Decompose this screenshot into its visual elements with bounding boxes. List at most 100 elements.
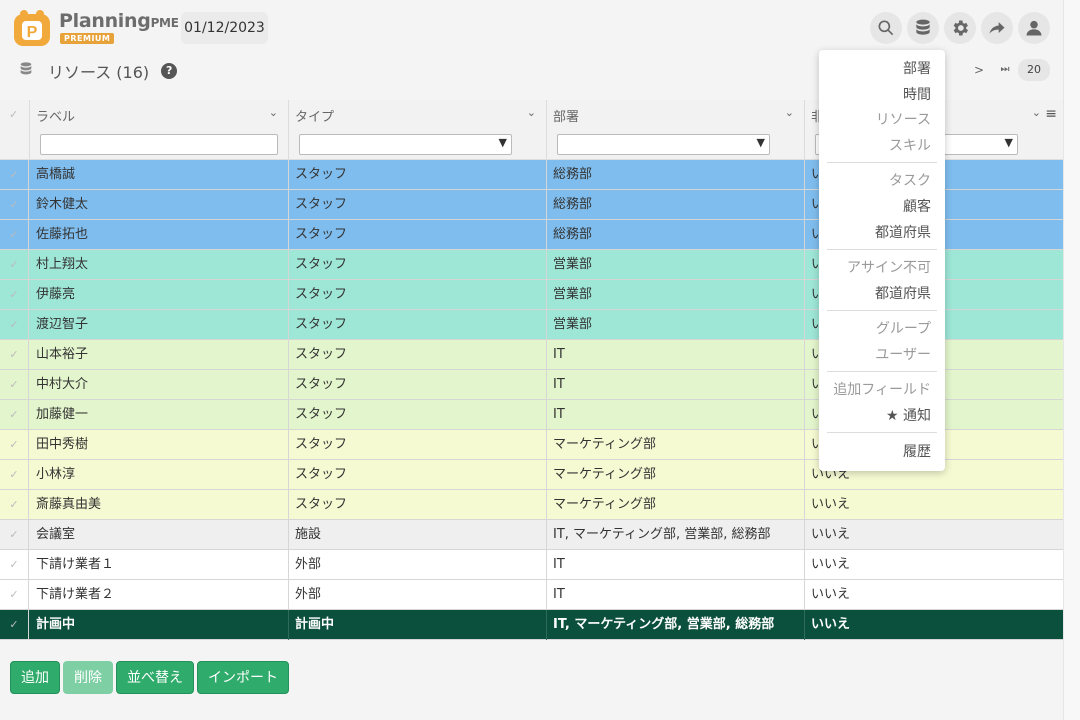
database-icon <box>18 61 34 81</box>
table-row[interactable]: ✓ 計画中 計画中 IT, マーケティング部, 営業部, 総務部 いいえ <box>0 610 1063 640</box>
cell-dept: IT <box>547 400 805 430</box>
menu-item[interactable]: 時間 <box>903 84 931 104</box>
row-checkbox[interactable]: ✓ <box>0 190 29 220</box>
sort-button[interactable]: 並べ替え <box>116 661 194 694</box>
row-checkbox[interactable]: ✓ <box>0 520 29 550</box>
menu-item[interactable]: ユーザー <box>875 344 931 364</box>
add-button[interactable]: 追加 <box>10 661 60 694</box>
menu-item-label: 都道府県 <box>875 225 931 241</box>
row-checkbox[interactable]: ✓ <box>0 490 29 520</box>
cell-label: 佐藤拓也 <box>30 220 289 250</box>
row-checkbox[interactable]: ✓ <box>0 580 29 610</box>
row-checkbox[interactable]: ✓ <box>0 220 29 250</box>
column-type-title: タイプ <box>295 110 335 125</box>
menu-item[interactable]: 都道府県 <box>875 283 931 303</box>
search-icon <box>878 20 894 36</box>
row-checkbox[interactable]: ✓ <box>0 280 29 310</box>
row-checkbox[interactable]: ✓ <box>0 430 29 460</box>
row-checkbox[interactable]: ✓ <box>0 250 29 280</box>
date-selector[interactable]: 01/12/2023 <box>181 12 268 44</box>
menu-item[interactable]: グループ <box>876 318 931 338</box>
chevron-down-icon[interactable]: ⌄ <box>269 106 278 119</box>
menu-item-label: 追加フィールド <box>833 382 931 398</box>
menu-divider <box>827 249 937 250</box>
menu-item[interactable]: 都道府県 <box>875 222 931 242</box>
menu-item-label: グループ <box>875 321 931 337</box>
menu-item[interactable]: タスク <box>889 170 931 190</box>
cell-type: スタッフ <box>289 400 547 430</box>
settings-button[interactable] <box>944 12 976 44</box>
cell-label: 鈴木健太 <box>30 190 289 220</box>
delete-button[interactable]: 削除 <box>63 661 113 694</box>
pagination: > ⏭ 20 <box>966 58 1050 82</box>
cell-label: 斎藤真由美 <box>30 490 289 520</box>
share-button[interactable] <box>981 12 1013 44</box>
search-button[interactable] <box>870 12 902 44</box>
menu-item[interactable]: リソース <box>876 109 931 129</box>
cell-type: スタッフ <box>289 220 547 250</box>
vertical-scrollbar[interactable] <box>1063 0 1080 720</box>
table-row[interactable]: ✓ 下請け業者１ 外部 IT いいえ <box>0 550 1063 580</box>
cell-label: 村上翔太 <box>30 250 289 280</box>
row-checkbox[interactable]: ✓ <box>0 310 29 340</box>
column-type[interactable]: タイプ ⌄ ▼ <box>289 100 547 160</box>
last-page-button[interactable]: ⏭ <box>992 58 1018 82</box>
menu-item[interactable]: アサイン不可 <box>847 257 931 277</box>
menu-item[interactable]: 部署 <box>903 58 931 78</box>
type-filter-select[interactable]: ▼ <box>299 134 512 155</box>
row-checkbox[interactable]: ✓ <box>0 160 29 190</box>
planningpme-logo[interactable]: P <box>12 8 52 48</box>
cell-dept: マーケティング部 <box>547 430 805 460</box>
cell-label: 加藤健一 <box>30 400 289 430</box>
help-icon[interactable]: ? <box>161 63 178 79</box>
column-menu-icon[interactable]: ≡ <box>1045 106 1057 122</box>
row-checkbox[interactable]: ✓ <box>0 400 29 430</box>
menu-item[interactable]: 履歴 <box>903 441 931 461</box>
cell-type: スタッフ <box>289 430 547 460</box>
cell-type: 計画中 <box>289 610 547 640</box>
table-row[interactable]: ✓ 下請け業者２ 外部 IT いいえ <box>0 580 1063 610</box>
column-dept[interactable]: 部署 ⌄ ▼ <box>547 100 805 160</box>
row-checkbox[interactable]: ✓ <box>0 340 29 370</box>
dept-filter-select[interactable]: ▼ <box>557 134 770 155</box>
cell-label: 会議室 <box>30 520 289 550</box>
cell-type: スタッフ <box>289 490 547 520</box>
menu-item[interactable]: ★ 通知 <box>886 405 931 425</box>
select-all-checkbox[interactable]: ✓ <box>0 100 30 160</box>
user-button[interactable] <box>1018 12 1050 44</box>
cell-dept: 営業部 <box>547 250 805 280</box>
row-checkbox[interactable]: ✓ <box>0 550 29 580</box>
row-checkbox[interactable]: ✓ <box>0 610 29 640</box>
menu-item[interactable]: 顧客 <box>903 196 931 216</box>
menu-divider <box>827 432 937 433</box>
cell-label: 田中秀樹 <box>30 430 289 460</box>
table-row[interactable]: ✓ 斎藤真由美 スタッフ マーケティング部 いいえ <box>0 490 1063 520</box>
chevron-down-icon[interactable]: ⌄ <box>527 106 536 119</box>
column-label[interactable]: ラベル ⌄ <box>30 100 289 160</box>
footer-actions: 追加 削除 並べ替え インポート <box>10 661 292 694</box>
menu-item-label: 都道府県 <box>875 286 931 302</box>
table-row[interactable]: ✓ 会議室 施設 IT, マーケティング部, 営業部, 総務部 いいえ <box>0 520 1063 550</box>
menu-item-label: 履歴 <box>903 444 931 460</box>
label-filter-input[interactable] <box>40 134 278 155</box>
menu-item[interactable]: スキル <box>889 135 931 155</box>
cell-dept: IT <box>547 580 805 610</box>
chevron-down-icon[interactable]: ⌄ <box>785 106 794 119</box>
next-page-button[interactable]: > <box>966 58 992 82</box>
menu-item-label: スキル <box>889 138 931 154</box>
star-icon: ★ <box>885 408 903 424</box>
database-button[interactable] <box>907 12 939 44</box>
page-size-selector[interactable]: 20 <box>1018 59 1050 81</box>
import-button[interactable]: インポート <box>197 661 289 694</box>
menu-item-label: アサイン不可 <box>847 260 931 276</box>
row-checkbox[interactable]: ✓ <box>0 370 29 400</box>
gear-icon <box>953 20 968 36</box>
row-checkbox[interactable]: ✓ <box>0 460 29 490</box>
menu-item-label: 部署 <box>903 61 931 77</box>
cell-type: 施設 <box>289 520 547 550</box>
cell-label: 高橋誠 <box>30 160 289 190</box>
menu-item-label: 通知 <box>903 408 931 424</box>
menu-item[interactable]: 追加フィールド <box>833 379 931 399</box>
chevron-down-icon[interactable]: ⌄ <box>1032 106 1041 119</box>
cell-dept: 総務部 <box>547 220 805 250</box>
